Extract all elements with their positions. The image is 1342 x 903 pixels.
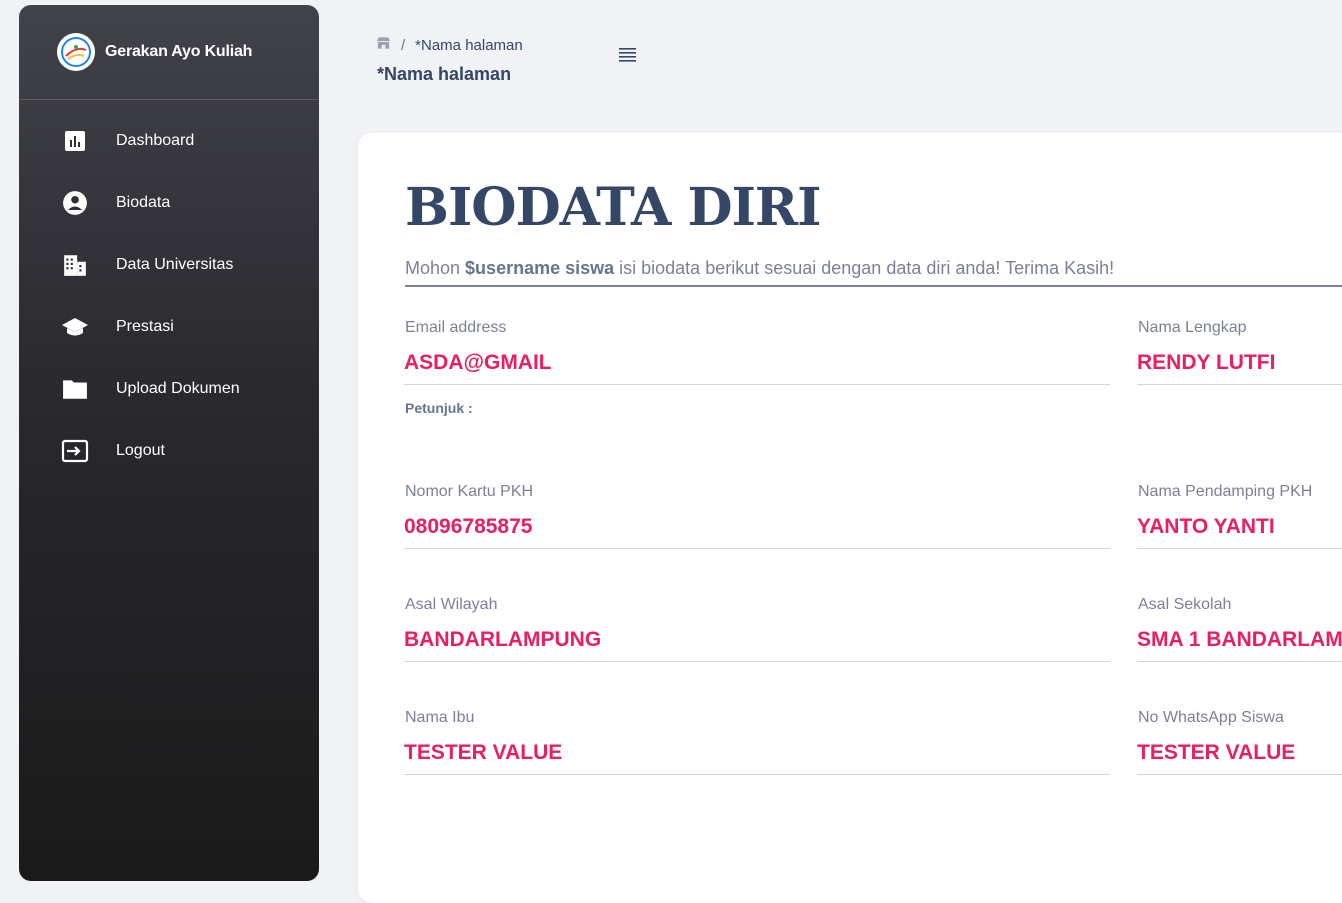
no-whatsapp-siswa-field[interactable]: No WhatsApp Siswa TESTER VALUE xyxy=(1137,709,1342,775)
field-label: Nama Lengkap xyxy=(1138,319,1247,336)
brand[interactable]: Gerakan Ayo Kuliah xyxy=(19,5,319,100)
field-label: Nama Ibu xyxy=(405,709,475,726)
asal-wilayah-field[interactable]: Asal Wilayah BANDARLAMPUNG xyxy=(404,596,1110,662)
hint-label: Petunjuk : xyxy=(405,400,473,416)
page-title: *Nama halaman xyxy=(377,64,512,84)
card-subtitle: Mohon $username siswa isi biodata beriku… xyxy=(405,258,1342,287)
field-value[interactable]: TESTER VALUE xyxy=(1137,741,1342,775)
email-field[interactable]: Email address ASDA@GMAIL xyxy=(404,319,1110,385)
brand-logo-icon xyxy=(57,33,95,71)
field-label: Nomor Kartu PKH xyxy=(405,483,534,500)
sidebar-item-biodata[interactable]: Biodata xyxy=(19,172,319,234)
sidebar-item-label: Logout xyxy=(116,442,165,459)
sidebar: Gerakan Ayo Kuliah Dashboard Biodata Dat… xyxy=(19,5,319,881)
field-value[interactable]: 08096785875 xyxy=(404,515,1110,549)
sidebar-item-label: Biodata xyxy=(116,194,171,211)
breadcrumb-current: *Nama halaman xyxy=(415,36,523,54)
sidebar-item-label: Dashboard xyxy=(116,132,195,149)
card-title: BIODATA DIRI xyxy=(405,177,821,238)
sidebar-nav: Dashboard Biodata Data Universitas Prest… xyxy=(19,100,319,482)
subtitle-text: isi biodata berikut sesuai dengan data d… xyxy=(614,258,1115,278)
biodata-card: BIODATA DIRI Mohon $username siswa isi b… xyxy=(358,133,1342,903)
field-value[interactable]: ASDA@GMAIL xyxy=(404,351,1110,385)
home-icon[interactable] xyxy=(376,36,391,54)
breadcrumb-separator: / xyxy=(401,36,406,54)
nama-lengkap-field[interactable]: Nama Lengkap RENDY LUTFI xyxy=(1137,319,1342,385)
graduation-cap-icon xyxy=(61,313,89,341)
field-value[interactable]: TESTER VALUE xyxy=(404,741,1110,775)
subtitle-text: Mohon xyxy=(405,258,466,278)
field-label: Email address xyxy=(405,319,507,336)
nama-ibu-field[interactable]: Nama Ibu TESTER VALUE xyxy=(404,709,1110,775)
sidebar-item-label: Upload Dokumen xyxy=(116,380,240,397)
user-circle-icon xyxy=(61,189,89,217)
field-value[interactable]: BANDARLAMPUNG xyxy=(404,628,1110,662)
building-icon xyxy=(61,251,89,279)
asal-sekolah-field[interactable]: Asal Sekolah SMA 1 BANDARLAMPUNG xyxy=(1137,596,1342,662)
folder-icon xyxy=(61,375,89,403)
logout-icon xyxy=(61,437,89,465)
field-label: No WhatsApp Siswa xyxy=(1138,709,1284,726)
sidebar-item-label: Data Universitas xyxy=(116,256,234,273)
bar-chart-icon xyxy=(61,127,89,155)
field-value[interactable]: SMA 1 BANDARLAMPUNG xyxy=(1137,628,1342,662)
sidebar-item-data-universitas[interactable]: Data Universitas xyxy=(19,234,319,296)
nomor-kartu-pkh-field[interactable]: Nomor Kartu PKH 08096785875 xyxy=(404,483,1110,549)
sidebar-item-logout[interactable]: Logout xyxy=(19,420,319,482)
sidebar-item-prestasi[interactable]: Prestasi xyxy=(19,296,319,358)
brand-name: Gerakan Ayo Kuliah xyxy=(105,43,253,60)
breadcrumb: / *Nama halaman xyxy=(376,36,523,54)
nama-pendamping-pkh-field[interactable]: Nama Pendamping PKH YANTO YANTI xyxy=(1137,483,1342,549)
field-label: Asal Sekolah xyxy=(1138,596,1232,613)
field-value[interactable]: YANTO YANTI xyxy=(1137,515,1342,549)
field-value[interactable]: RENDY LUTFI xyxy=(1137,351,1342,385)
sidebar-item-label: Prestasi xyxy=(116,318,174,335)
field-label: Nama Pendamping PKH xyxy=(1138,483,1313,500)
sidebar-item-dashboard[interactable]: Dashboard xyxy=(19,110,319,172)
menu-toggle-icon[interactable] xyxy=(619,47,637,63)
subtitle-username: $username siswa xyxy=(465,258,615,278)
sidebar-item-upload-dokumen[interactable]: Upload Dokumen xyxy=(19,358,319,420)
field-label: Asal Wilayah xyxy=(405,596,498,613)
